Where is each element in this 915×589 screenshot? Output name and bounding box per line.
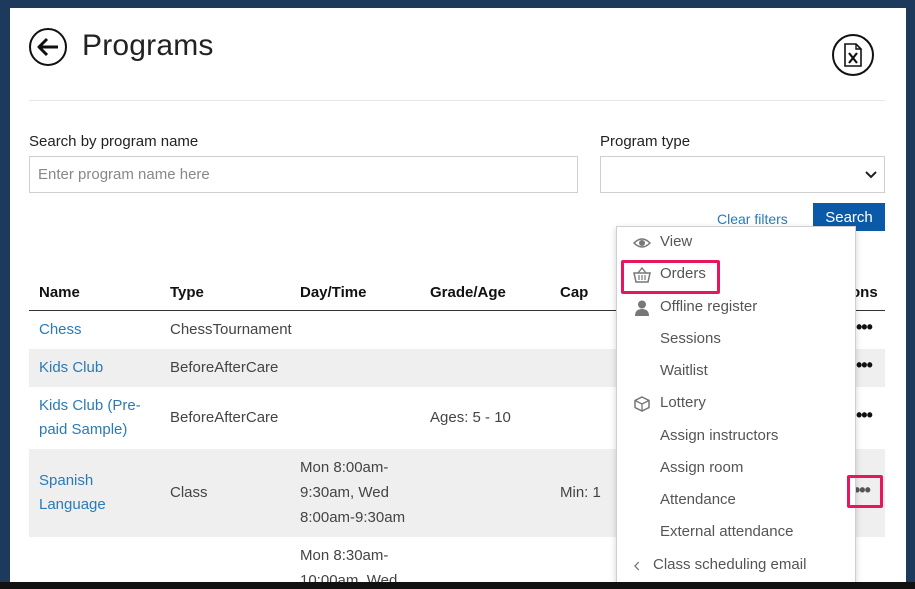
- menu-item-label: Lottery: [660, 394, 706, 411]
- menu-item-attendance[interactable]: Attendance: [617, 486, 855, 516]
- col-header-cap: Cap: [560, 284, 589, 301]
- export-excel-button[interactable]: [832, 34, 874, 76]
- clear-filters-link[interactable]: Clear filters: [717, 211, 788, 227]
- search-label: Search by program name: [29, 133, 199, 150]
- program-type: ChessTournament: [170, 321, 292, 338]
- actions-highlight-box: [847, 475, 883, 508]
- person-icon: [635, 300, 649, 316]
- program-name-link[interactable]: Chess: [39, 318, 82, 342]
- program-daytime: Mon 8:00am-9:30am, Wed 8:00am-9:30am: [300, 459, 406, 526]
- orders-highlight-box: [621, 260, 720, 294]
- chevron-left-icon: [634, 561, 640, 571]
- eye-icon: [633, 238, 651, 248]
- program-cap: Min: 1: [560, 484, 601, 501]
- menu-item-assign-room[interactable]: Assign room: [617, 454, 855, 484]
- header-divider: [29, 100, 885, 101]
- menu-item-label: External attendance: [660, 523, 794, 540]
- menu-item-assign-instructors[interactable]: Assign instructors: [617, 422, 855, 452]
- row-actions-button[interactable]: •••: [856, 317, 873, 338]
- arrow-left-icon: [37, 37, 58, 57]
- program-search-input[interactable]: [29, 156, 578, 193]
- menu-item-label: Offline register: [660, 298, 758, 315]
- window-bottom-strip: [0, 582, 915, 589]
- menu-item-sessions[interactable]: Sessions: [617, 325, 855, 355]
- col-header-daytime: Day/Time: [300, 284, 367, 301]
- program-type: Class: [170, 484, 208, 501]
- menu-item-label: Sessions: [660, 330, 721, 347]
- cube-icon: [634, 396, 650, 412]
- window-top-strip: [0, 0, 915, 8]
- programs-page: Programs Search by program name Program …: [10, 8, 906, 582]
- row-actions-button[interactable]: •••: [856, 405, 873, 426]
- menu-item-label: Attendance: [660, 491, 736, 508]
- menu-item-external-attendance[interactable]: External attendance: [617, 518, 855, 548]
- program-name-link[interactable]: Spanish Language: [39, 469, 121, 517]
- menu-item-waitlist[interactable]: Waitlist: [617, 357, 855, 387]
- page-title: Programs: [82, 29, 214, 62]
- menu-item-label: Assign room: [660, 459, 744, 476]
- menu-item-label: Class scheduling email: [653, 556, 807, 573]
- menu-item-label: View: [660, 233, 693, 250]
- col-header-grade-age: Grade/Age: [430, 284, 506, 301]
- menu-item-label: Waitlist: [660, 362, 708, 379]
- col-header-type: Type: [170, 284, 204, 301]
- program-type: BeforeAfterCare: [170, 359, 279, 376]
- menu-item-class-scheduling-email[interactable]: Class scheduling email: [617, 551, 855, 581]
- menu-item-label: Assign instructors: [660, 427, 779, 444]
- program-name-link[interactable]: Kids Club (Pre-paid Sample): [39, 394, 151, 442]
- back-button[interactable]: [29, 28, 67, 66]
- chevron-down-icon: [865, 171, 877, 179]
- program-grade-age: Ages: 5 - 10: [430, 409, 511, 426]
- program-name-link[interactable]: Kids Club: [39, 356, 103, 380]
- program-type-label: Program type: [600, 133, 691, 150]
- menu-item-offline-register[interactable]: Offline register: [617, 293, 855, 323]
- program-type: BeforeAfterCare: [170, 409, 279, 426]
- menu-item-lottery[interactable]: Lottery: [617, 389, 855, 419]
- excel-file-icon: [844, 43, 862, 67]
- menu-item-view[interactable]: View: [617, 228, 855, 258]
- row-actions-button[interactable]: •••: [856, 355, 873, 376]
- col-header-name: Name: [39, 284, 80, 301]
- program-type-select[interactable]: [600, 156, 885, 193]
- program-daytime: Mon 8:30am-10:00am, Wed: [300, 547, 398, 582]
